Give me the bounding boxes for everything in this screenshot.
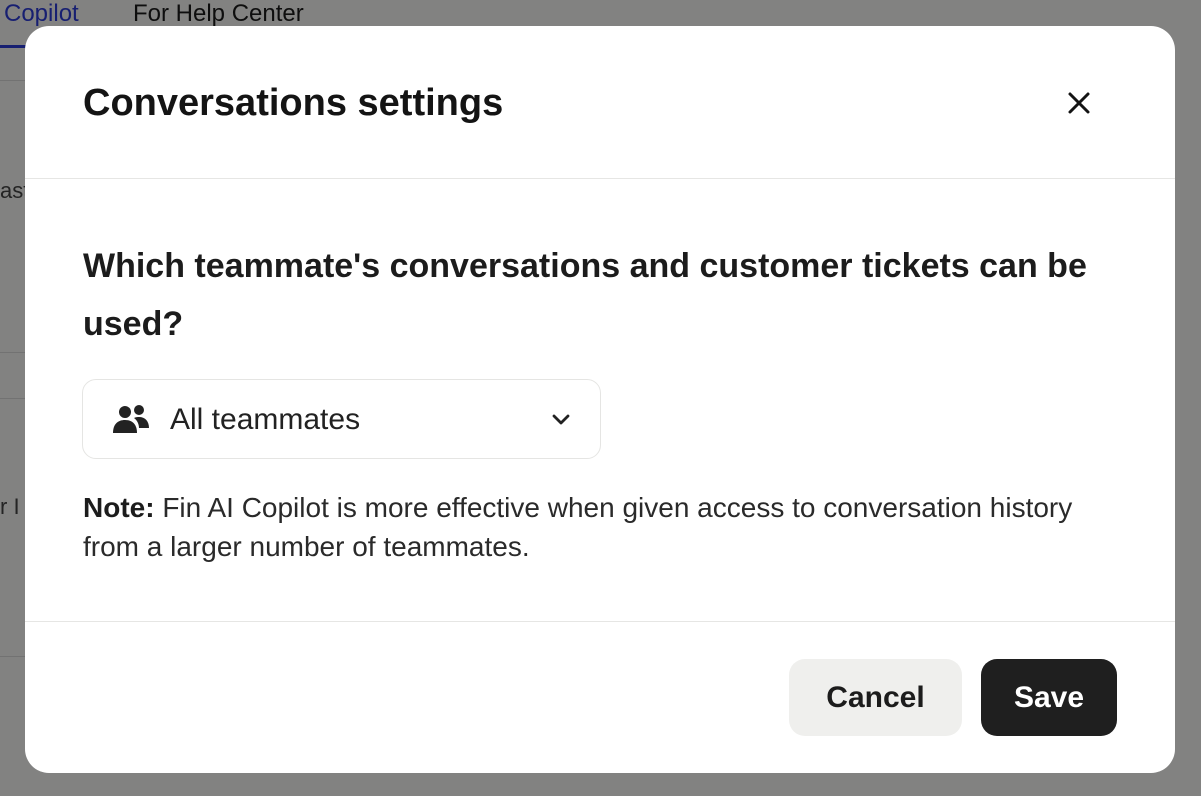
teammates-select[interactable]: All teammates [82, 379, 601, 459]
header-divider [25, 178, 1175, 179]
save-button[interactable]: Save [981, 659, 1117, 736]
note-text: Fin AI Copilot is more effective when gi… [83, 492, 1073, 562]
note-label: Note: [83, 492, 155, 523]
modal-header: Conversations settings [25, 26, 1175, 178]
teammates-icon [113, 405, 149, 433]
teammates-question: Which teammate's conversations and custo… [83, 247, 1087, 343]
conversations-settings-modal: Conversations settings Which teammate's … [25, 26, 1175, 773]
cancel-button[interactable]: Cancel [789, 659, 962, 736]
teammates-select-value: All teammates [170, 403, 361, 436]
modal-title: Conversations settings [83, 82, 504, 124]
footer-divider [25, 621, 1175, 622]
chevron-down-icon [552, 414, 570, 425]
copilot-note: Note: Fin AI Copilot is more effective w… [83, 488, 1083, 566]
close-icon [1068, 92, 1090, 114]
close-button[interactable] [1061, 85, 1097, 121]
